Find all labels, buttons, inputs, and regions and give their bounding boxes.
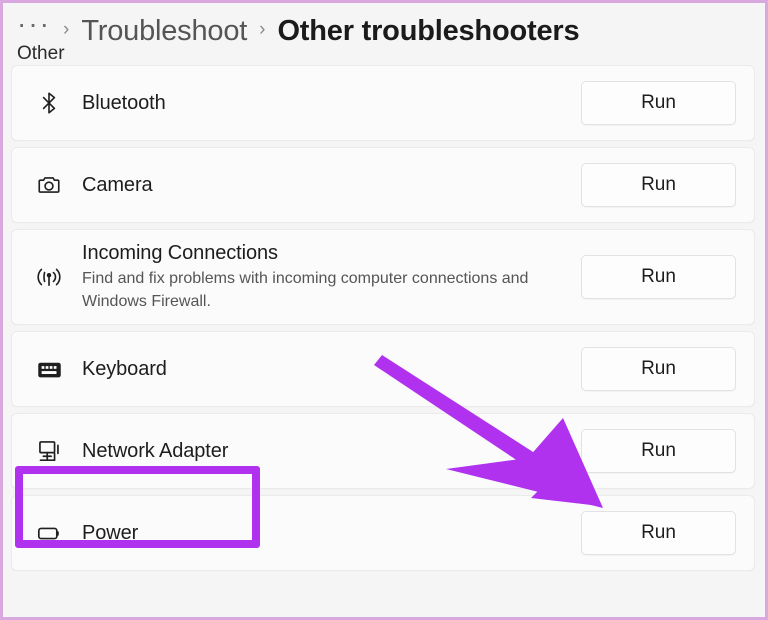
list-item-description: Find and fix problems with incoming comp… bbox=[82, 270, 529, 310]
list-item[interactable]: Power Run bbox=[11, 495, 755, 571]
breadcrumb-item-troubleshoot[interactable]: Troubleshoot bbox=[81, 15, 247, 48]
battery-icon bbox=[32, 516, 66, 550]
list-item[interactable]: Bluetooth Run bbox=[11, 65, 755, 141]
breadcrumb-item-current: Other troubleshooters bbox=[277, 14, 580, 47]
list-item-title: Keyboard bbox=[82, 357, 167, 380]
list-item-title: Power bbox=[82, 521, 139, 544]
list-item-text: Incoming Connections Find and fix proble… bbox=[82, 240, 581, 313]
broadcast-icon bbox=[32, 260, 66, 294]
list-item-text: Keyboard bbox=[82, 356, 581, 383]
breadcrumb: ··· › Troubleshoot › Other troubleshoote… bbox=[17, 9, 751, 53]
run-button[interactable]: Run bbox=[581, 511, 736, 555]
camera-icon bbox=[32, 168, 66, 202]
run-button-network-adapter[interactable]: Run bbox=[581, 429, 736, 473]
list-item-network-adapter[interactable]: Network Adapter Run bbox=[11, 413, 755, 489]
list-item-title: Incoming Connections bbox=[82, 242, 278, 265]
breadcrumb-separator-icon: › bbox=[259, 19, 266, 40]
breadcrumb-overflow-icon[interactable]: ··· bbox=[17, 10, 51, 38]
list-item-title: Bluetooth bbox=[82, 91, 166, 114]
network-adapter-icon bbox=[32, 434, 66, 468]
list-item[interactable]: Camera Run bbox=[11, 147, 755, 223]
troubleshooter-list: Bluetooth Run Camera Run Incoming Connec… bbox=[11, 65, 755, 617]
list-item-title: Camera bbox=[82, 173, 153, 196]
list-item[interactable]: Keyboard Run bbox=[11, 331, 755, 407]
list-item-text: Power bbox=[82, 520, 581, 547]
keyboard-icon bbox=[32, 352, 66, 386]
list-item-title: Network Adapter bbox=[82, 439, 229, 462]
run-button[interactable]: Run bbox=[581, 347, 736, 391]
list-item-text: Camera bbox=[82, 172, 581, 199]
run-button[interactable]: Run bbox=[581, 255, 736, 299]
section-heading: Other bbox=[17, 43, 65, 64]
breadcrumb-separator-icon: › bbox=[62, 19, 70, 40]
list-item-text: Network Adapter bbox=[82, 438, 581, 465]
run-button[interactable]: Run bbox=[581, 81, 736, 125]
run-button[interactable]: Run bbox=[581, 163, 736, 207]
bluetooth-icon bbox=[32, 86, 66, 120]
list-item-text: Bluetooth bbox=[82, 90, 581, 117]
list-item[interactable]: Incoming Connections Find and fix proble… bbox=[11, 229, 755, 325]
settings-window: ··· › Troubleshoot › Other troubleshoote… bbox=[0, 0, 768, 620]
